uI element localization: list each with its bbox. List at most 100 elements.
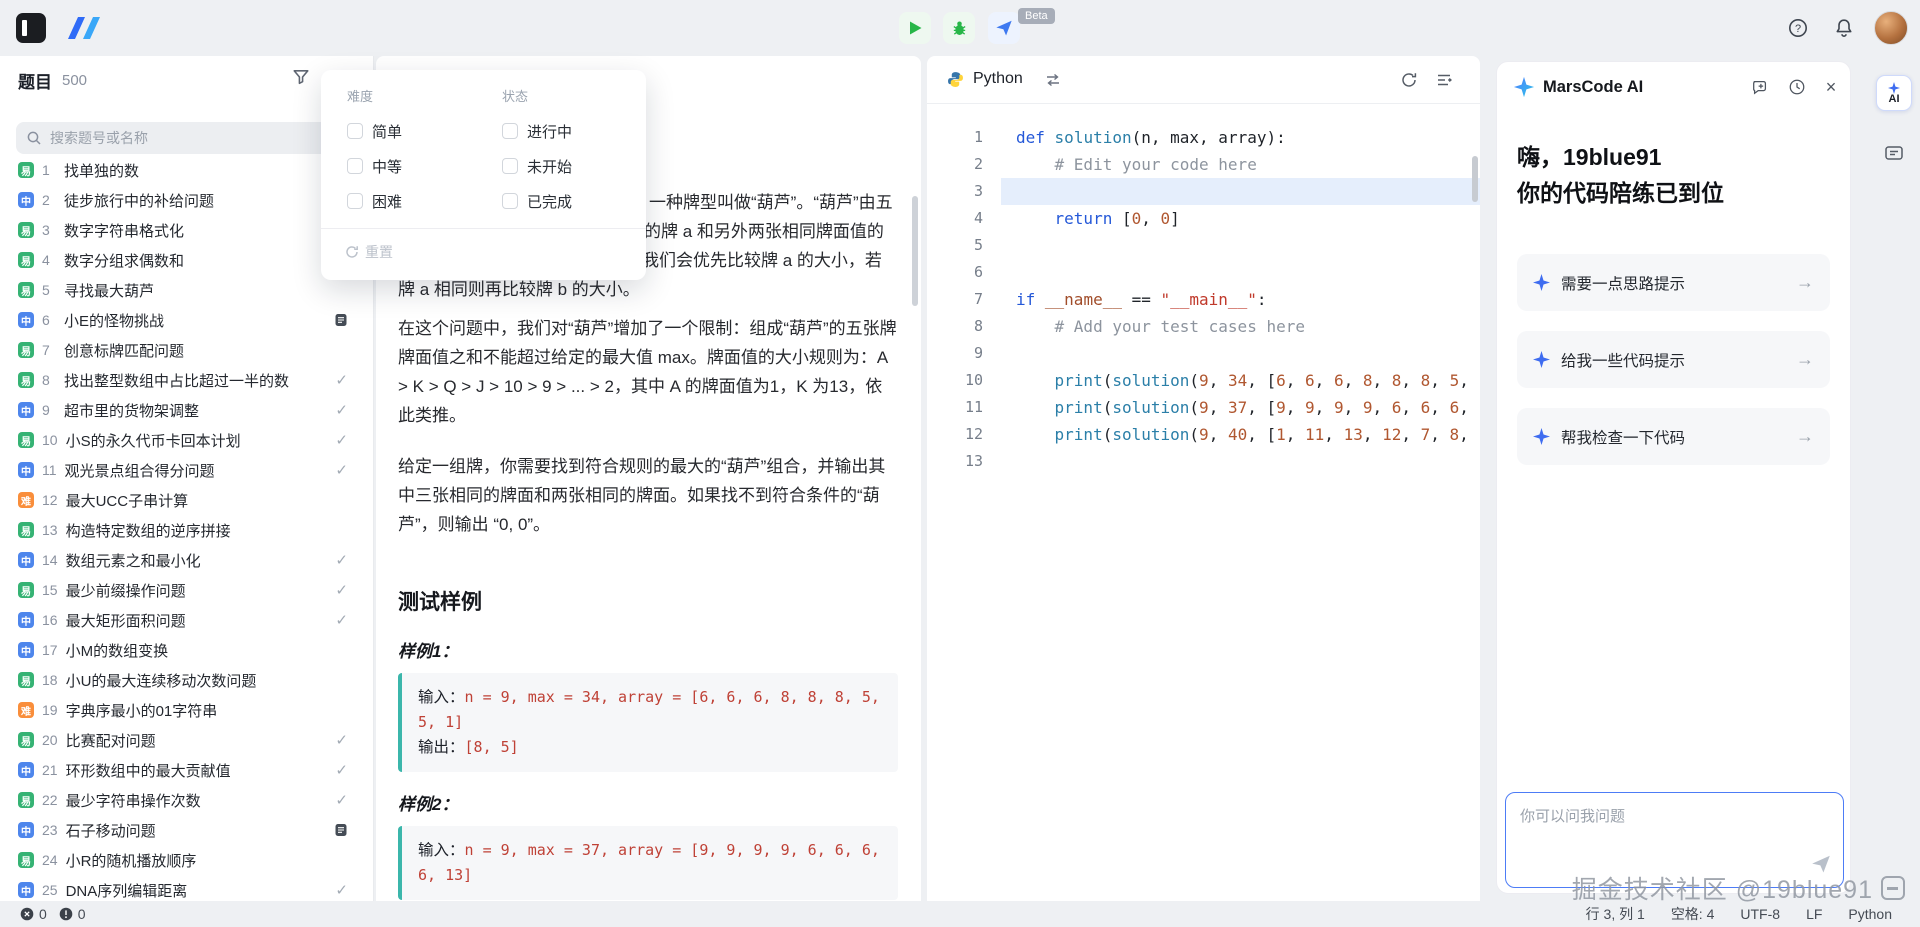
problem-title: 最少前缀操作问题 <box>65 582 186 600</box>
arrow-right-icon: → <box>1796 272 1814 292</box>
problem-list-item[interactable]: 中 16 最大矩形面积问题 ✓ <box>0 605 373 635</box>
checkbox[interactable] <box>347 193 363 209</box>
problem-list-item[interactable]: 易 10 小S的永久代币卡回本计划 ✓ <box>0 425 373 455</box>
problem-list-item[interactable]: 易 13 构造特定数组的逆序拼接 <box>0 515 373 545</box>
code-line[interactable]: 3​ <box>927 178 1480 205</box>
problem-list-item[interactable]: 中 6 小E的怪物挑战 <box>0 305 373 335</box>
problem-list-item[interactable]: 易 8 找出整型数组中占比超过一半的数 ✓ <box>0 365 373 395</box>
feedback-button[interactable] <box>1883 142 1905 164</box>
code-editor[interactable]: 1 def solution(n, max, array): 2 # Edit yo… <box>927 104 1480 901</box>
format-code-button[interactable] <box>1435 71 1455 91</box>
difficulty-option[interactable]: 中等 <box>347 154 402 178</box>
eol-setting[interactable]: LF <box>1806 906 1822 922</box>
filter-button[interactable] <box>292 68 312 88</box>
debug-button[interactable] <box>943 12 975 44</box>
difficulty-group-label: 难度 <box>347 89 374 104</box>
code-line[interactable]: 2 # Edit your code here <box>927 151 1480 178</box>
problem-list-item[interactable]: 易 5 寻找最大葫芦 <box>0 275 373 305</box>
checkbox[interactable] <box>347 158 363 174</box>
problems-indicator[interactable]: 0 0 <box>20 906 93 922</box>
submit-button[interactable] <box>988 12 1020 44</box>
language-selector[interactable]: Python <box>947 70 1023 88</box>
suggestion-card[interactable]: 帮我检查一下代码 → <box>1517 408 1830 465</box>
code-editor-panel: Python 1 def solution(n, max, array): 2 … <box>927 56 1480 901</box>
reset-filter-button[interactable]: 重置 <box>345 242 393 262</box>
close-panel-button[interactable]: × <box>1821 77 1841 97</box>
problem-list-item[interactable]: 中 23 石子移动问题 <box>0 815 373 845</box>
switch-language-button[interactable] <box>1045 72 1061 93</box>
cursor-position[interactable]: 行 3, 列 1 <box>1586 904 1645 924</box>
difficulty-badge: 易 <box>18 222 34 238</box>
suggestion-card[interactable]: 给我一些代码提示 → <box>1517 331 1830 388</box>
problem-list-item[interactable]: 中 14 数组元素之和最小化 ✓ <box>0 545 373 575</box>
reset-code-button[interactable] <box>1400 71 1420 91</box>
problem-list-item[interactable]: 中 21 环形数组中的最大贡献值 ✓ <box>0 755 373 785</box>
new-chat-button[interactable] <box>1750 77 1770 97</box>
problem-list-item[interactable]: 易 15 最少前缀操作问题 ✓ <box>0 575 373 605</box>
status-option[interactable]: 未开始 <box>502 154 572 178</box>
suggestion-card[interactable]: 需要一点思路提示 → <box>1517 254 1830 311</box>
history-button[interactable] <box>1787 77 1807 97</box>
problem-title: 小R的随机播放顺序 <box>65 852 197 870</box>
arrow-right-icon: → <box>1796 349 1814 369</box>
language-label: Python <box>973 70 1023 87</box>
problem-list-item[interactable]: 易 3 数字字符串格式化 <box>0 215 373 245</box>
code-line[interactable]: 4 return [0, 0] <box>927 205 1480 232</box>
description-paragraph: 在这个问题中，我们对“葫芦”增加了一个限制：组成“葫芦”的五张牌牌面值之和不能超… <box>398 319 897 425</box>
status-option[interactable]: 进行中 <box>502 119 572 143</box>
problem-list-item[interactable]: 易 4 数字分组求偶数和 <box>0 245 373 275</box>
problem-list-item[interactable]: 易 1 找单独的数 <box>0 155 373 185</box>
paper-plane-icon <box>996 20 1012 36</box>
marscode-app: Beta ? 题目 500 搜索题号或名称 易 1 找单独的数 中 2 徒步旅行… <box>0 0 1920 927</box>
difficulty-badge: 中 <box>18 612 34 628</box>
run-button[interactable] <box>899 12 931 44</box>
problem-list-item[interactable]: 易 20 比赛配对问题 ✓ <box>0 725 373 755</box>
code-line[interactable]: 5​ <box>927 232 1480 259</box>
language-mode[interactable]: Python <box>1848 906 1892 922</box>
code-line[interactable]: 12 print(solution(9, 40, [1, 11, 13, 12,… <box>927 421 1480 448</box>
notifications-button[interactable] <box>1832 16 1856 40</box>
problem-list-item[interactable]: 易 18 小U的最大连续移动次数问题 <box>0 665 373 695</box>
difficulty-badge: 易 <box>18 372 34 388</box>
problem-list-item[interactable]: 易 22 最少字符串操作次数 ✓ <box>0 785 373 815</box>
line-number: 1 <box>973 128 983 146</box>
code-line[interactable]: 13​ <box>927 448 1480 475</box>
problem-list-item[interactable]: 中 9 超市里的货物架调整 ✓ <box>0 395 373 425</box>
search-input[interactable] <box>50 122 346 154</box>
code-line[interactable]: 10 print(solution(9, 34, [6, 6, 6, 8, 8,… <box>927 367 1480 394</box>
code-line[interactable]: 9​ <box>927 340 1480 367</box>
checkbox[interactable] <box>502 193 518 209</box>
description-scrollbar[interactable] <box>912 196 918 306</box>
code-line[interactable]: 1 def solution(n, max, array): <box>927 124 1480 151</box>
status-group-label: 状态 <box>502 89 529 104</box>
problem-list-item[interactable]: 中 2 徒步旅行中的补给问题 <box>0 185 373 215</box>
problem-count: 500 <box>62 71 88 89</box>
problem-list-item[interactable]: 中 17 小M的数组变换 <box>0 635 373 665</box>
code-line[interactable]: 11 print(solution(9, 37, [9, 9, 9, 9, 6,… <box>927 394 1480 421</box>
status-option[interactable]: 已完成 <box>502 189 572 213</box>
checkbox[interactable] <box>502 158 518 174</box>
encoding-setting[interactable]: UTF-8 <box>1740 906 1780 922</box>
problem-list-item[interactable]: 难 12 最大UCC子串计算 <box>0 485 373 515</box>
ai-panel-toggle-button[interactable]: AI <box>1876 75 1912 111</box>
difficulty-option[interactable]: 简单 <box>347 119 402 143</box>
checkbox[interactable] <box>502 123 518 139</box>
problem-title: 字典序最小的01字符串 <box>65 702 218 720</box>
code-line[interactable]: 6​ <box>927 259 1480 286</box>
top-bar: Beta ? <box>0 0 1920 56</box>
problem-list-item[interactable]: 中 11 观光景点组合得分问题 ✓ <box>0 455 373 485</box>
code-line[interactable]: 7 if __name__ == "__main__": <box>927 286 1480 313</box>
user-avatar[interactable] <box>1874 11 1908 45</box>
problem-list-item[interactable]: 难 19 字典序最小的01字符串 <box>0 695 373 725</box>
problem-list-item[interactable]: 易 24 小R的随机播放顺序 <box>0 845 373 875</box>
help-button[interactable]: ? <box>1786 16 1810 40</box>
sidebar-toggle-button[interactable] <box>16 13 46 43</box>
editor-scrollbar[interactable] <box>1472 156 1478 202</box>
checkbox[interactable] <box>347 123 363 139</box>
search-box <box>16 122 356 154</box>
code-line[interactable]: 8 # Add your test cases here <box>927 313 1480 340</box>
difficulty-option[interactable]: 困难 <box>347 189 402 213</box>
problem-list-item[interactable]: 易 7 创意标牌匹配问题 <box>0 335 373 365</box>
indent-setting[interactable]: 空格: 4 <box>1671 904 1715 924</box>
problem-list-item[interactable]: 中 25 DNA序列编辑距离 ✓ <box>0 875 373 901</box>
